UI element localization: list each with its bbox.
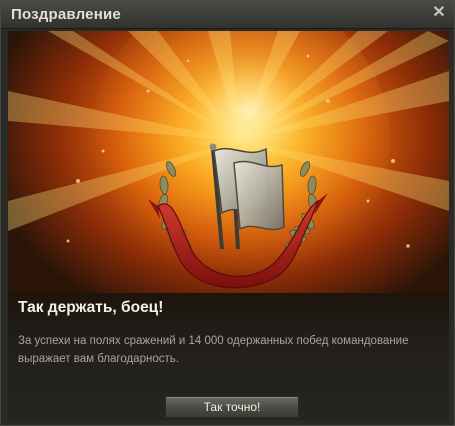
- confirm-button[interactable]: Так точно!: [165, 396, 299, 418]
- close-icon[interactable]: ✕: [430, 4, 448, 22]
- congratulation-dialog: Поздравление ✕ Так держать, боец! За усп…: [0, 0, 455, 426]
- congratulation-heading: Так держать, боец!: [18, 299, 164, 316]
- dialog-titlebar: Поздравление ✕: [1, 1, 454, 29]
- achievement-artwork: [8, 31, 449, 293]
- badge-illustration: [8, 31, 449, 291]
- dialog-title: Поздравление: [11, 6, 121, 23]
- congratulation-message: За успехи на полях сражений и 14 000 оде…: [18, 335, 409, 365]
